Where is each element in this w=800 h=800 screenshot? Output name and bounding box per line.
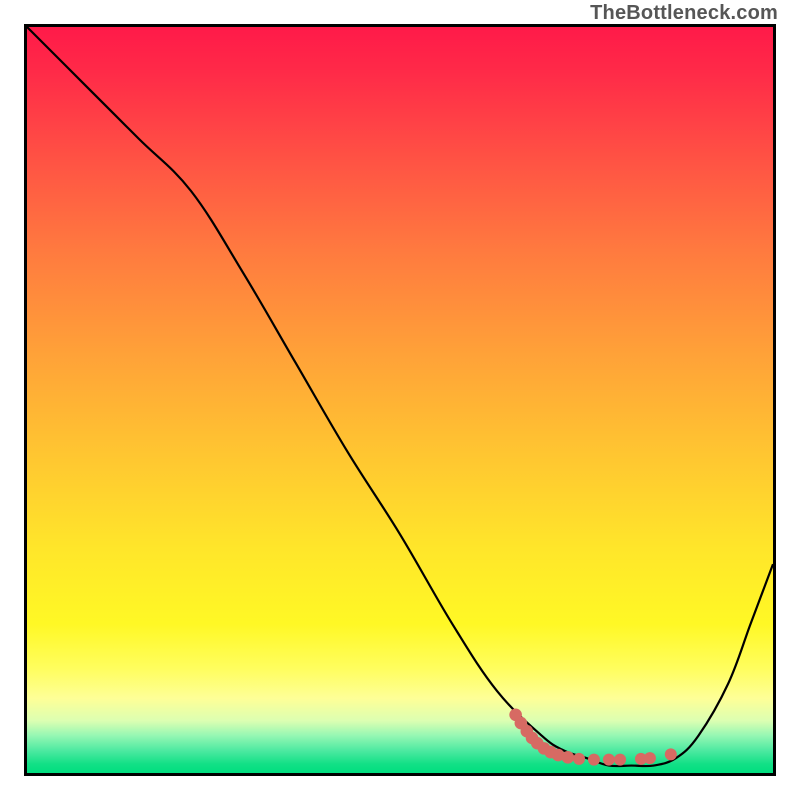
attribution-text: TheBottleneck.com (590, 2, 778, 25)
plot-area (24, 24, 776, 776)
highlight-dots (509, 709, 676, 766)
highlight-dot (573, 753, 585, 765)
chart-container: TheBottleneck.com (0, 0, 800, 800)
chart-overlay (27, 27, 773, 773)
curve-line (27, 27, 773, 766)
highlight-dot (588, 754, 600, 766)
highlight-dot (665, 748, 677, 760)
highlight-dot (562, 751, 575, 764)
highlight-dot (644, 752, 656, 764)
highlight-dot (614, 754, 626, 766)
highlight-dot (603, 754, 615, 766)
